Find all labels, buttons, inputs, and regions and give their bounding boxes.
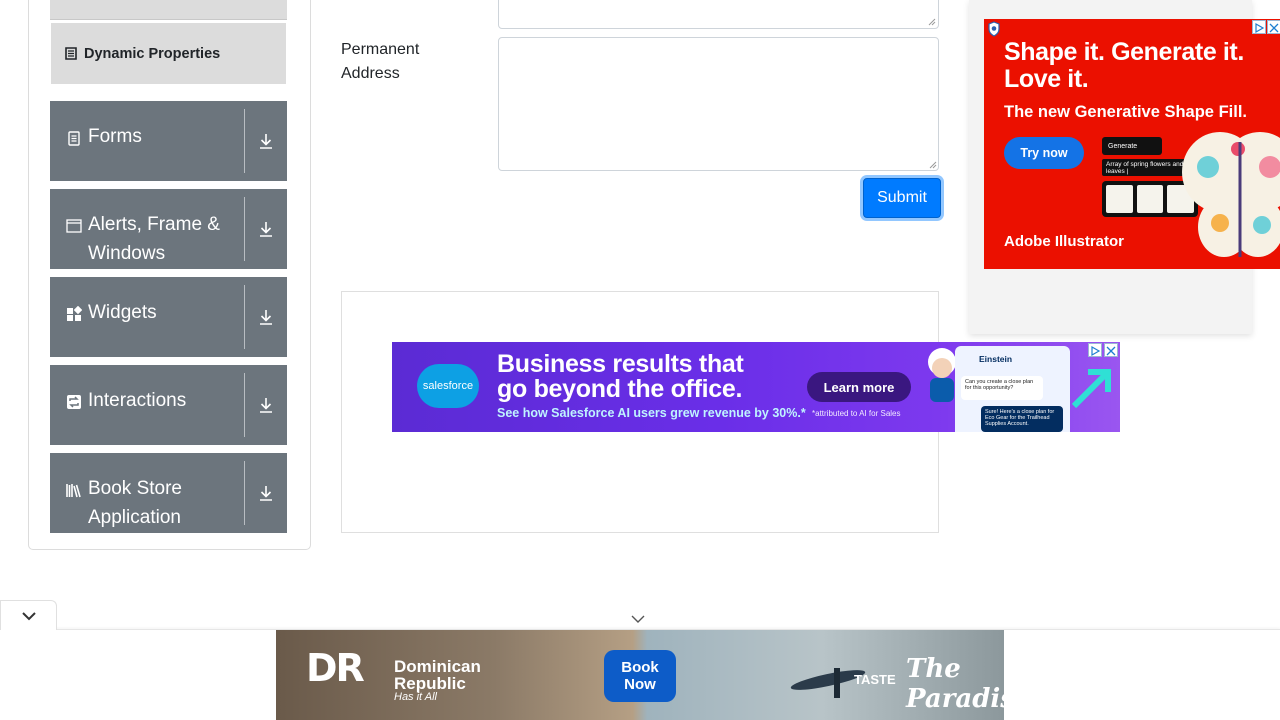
resize-grip-icon[interactable] bbox=[928, 18, 936, 26]
ad-chat-panel: Einstein Can you create a close plan for… bbox=[955, 346, 1070, 432]
resize-grip-icon[interactable] bbox=[929, 161, 937, 169]
adchoices-icon[interactable] bbox=[1252, 20, 1266, 34]
widgets-icon bbox=[67, 306, 82, 321]
window-icon bbox=[66, 219, 82, 233]
shield-icon bbox=[988, 21, 1000, 37]
ad-subhead: The new Generative Shape Fill. bbox=[1004, 103, 1247, 121]
group-header-book-store[interactable]: Book Store Application bbox=[50, 453, 287, 533]
ad-book-now-button[interactable]: Book Now bbox=[604, 650, 676, 702]
ad-try-now-button[interactable]: Try now bbox=[1004, 137, 1084, 169]
dr-logo: DR bbox=[306, 646, 365, 690]
butterfly-illustration-icon bbox=[1182, 132, 1280, 257]
ad-generate-chip: Generate bbox=[1102, 137, 1162, 155]
download-arrow-icon[interactable] bbox=[245, 453, 287, 533]
ad-dominican-republic[interactable]: DR Dominican Republic Has it All Book No… bbox=[276, 630, 1004, 720]
group-header-interactions[interactable]: Interactions bbox=[50, 365, 287, 445]
group-label: Widgets bbox=[88, 302, 157, 323]
ad-dr-name: Dominican Republic bbox=[394, 657, 481, 693]
ad-adobe-illustrator[interactable]: Shape it. Generate it. Love it. The new … bbox=[984, 19, 1280, 269]
ad-chat-title: Einstein bbox=[979, 354, 1013, 364]
sticky-ad-toggle[interactable] bbox=[0, 600, 57, 630]
permanent-address-textarea[interactable] bbox=[498, 37, 939, 171]
ad-salesforce[interactable]: salesforce Business results that go beyo… bbox=[392, 342, 1120, 432]
ad-brand: Adobe Illustrator bbox=[1004, 233, 1125, 250]
group-header-forms[interactable]: Forms bbox=[50, 101, 287, 181]
trend-arrow-icon bbox=[1071, 369, 1111, 409]
ad-headline: Shape it. Generate it. Love it. bbox=[1004, 38, 1244, 93]
download-arrow-icon[interactable] bbox=[245, 277, 287, 357]
form-icon bbox=[68, 131, 80, 146]
download-arrow-icon[interactable] bbox=[245, 101, 287, 181]
sidebar-item-label: Dynamic Properties bbox=[84, 45, 221, 62]
ad-headline-line-2: go beyond the office. bbox=[497, 375, 743, 403]
download-arrow-icon[interactable] bbox=[245, 189, 287, 269]
group-label: Forms bbox=[88, 126, 142, 147]
download-arrow-icon[interactable] bbox=[245, 365, 287, 445]
ad-close-icon[interactable] bbox=[1104, 343, 1118, 357]
ad-subline: See how Salesforce AI users grew revenue… bbox=[497, 406, 806, 420]
adchoices-icon[interactable] bbox=[1088, 343, 1102, 357]
ad-dr-taste: TASTE bbox=[854, 672, 896, 687]
chevron-down-icon bbox=[21, 611, 36, 620]
group-label: Interactions bbox=[88, 390, 187, 411]
book-store-icon bbox=[66, 484, 81, 498]
current-address-textarea[interactable] bbox=[498, 0, 939, 29]
ad-dr-paradise: The Paradise bbox=[906, 654, 1004, 714]
group-header-widgets[interactable]: Widgets bbox=[50, 277, 287, 357]
ad-close-icon[interactable] bbox=[1267, 20, 1280, 34]
submit-button[interactable]: Submit bbox=[863, 178, 941, 218]
sidebar-item-dynamic-properties[interactable]: Dynamic Properties bbox=[51, 23, 286, 84]
ad-headline-line-1: Business results that bbox=[497, 350, 744, 378]
sidebar-item-previous[interactable] bbox=[50, 0, 287, 20]
element-list-icon bbox=[65, 47, 77, 60]
chevron-down-icon[interactable] bbox=[630, 612, 646, 626]
ad-chat-question: Can you create a close plan for this opp… bbox=[961, 376, 1043, 400]
group-header-alerts[interactable]: Alerts, Frame & Windows bbox=[50, 189, 287, 269]
salesforce-logo: salesforce bbox=[417, 364, 479, 408]
interactions-icon bbox=[67, 395, 81, 409]
ad-chat-answer: Sure! Here's a close plan for Eco Gear f… bbox=[981, 406, 1063, 432]
permanent-address-label: Permanent Address bbox=[341, 41, 420, 82]
group-label: Alerts, Frame & Windows bbox=[88, 214, 220, 264]
ad-learn-more-button[interactable]: Learn more bbox=[807, 372, 911, 402]
page-root: { "sidebar": { "active_item": {"label": … bbox=[0, 0, 1280, 720]
ad-headline: Business results that go beyond the offi… bbox=[497, 352, 744, 402]
group-label: Book Store Application bbox=[88, 478, 182, 528]
ad-dr-tagline: Has it All bbox=[394, 691, 437, 703]
ad-footnote: *attributed to AI for Sales bbox=[812, 409, 901, 418]
